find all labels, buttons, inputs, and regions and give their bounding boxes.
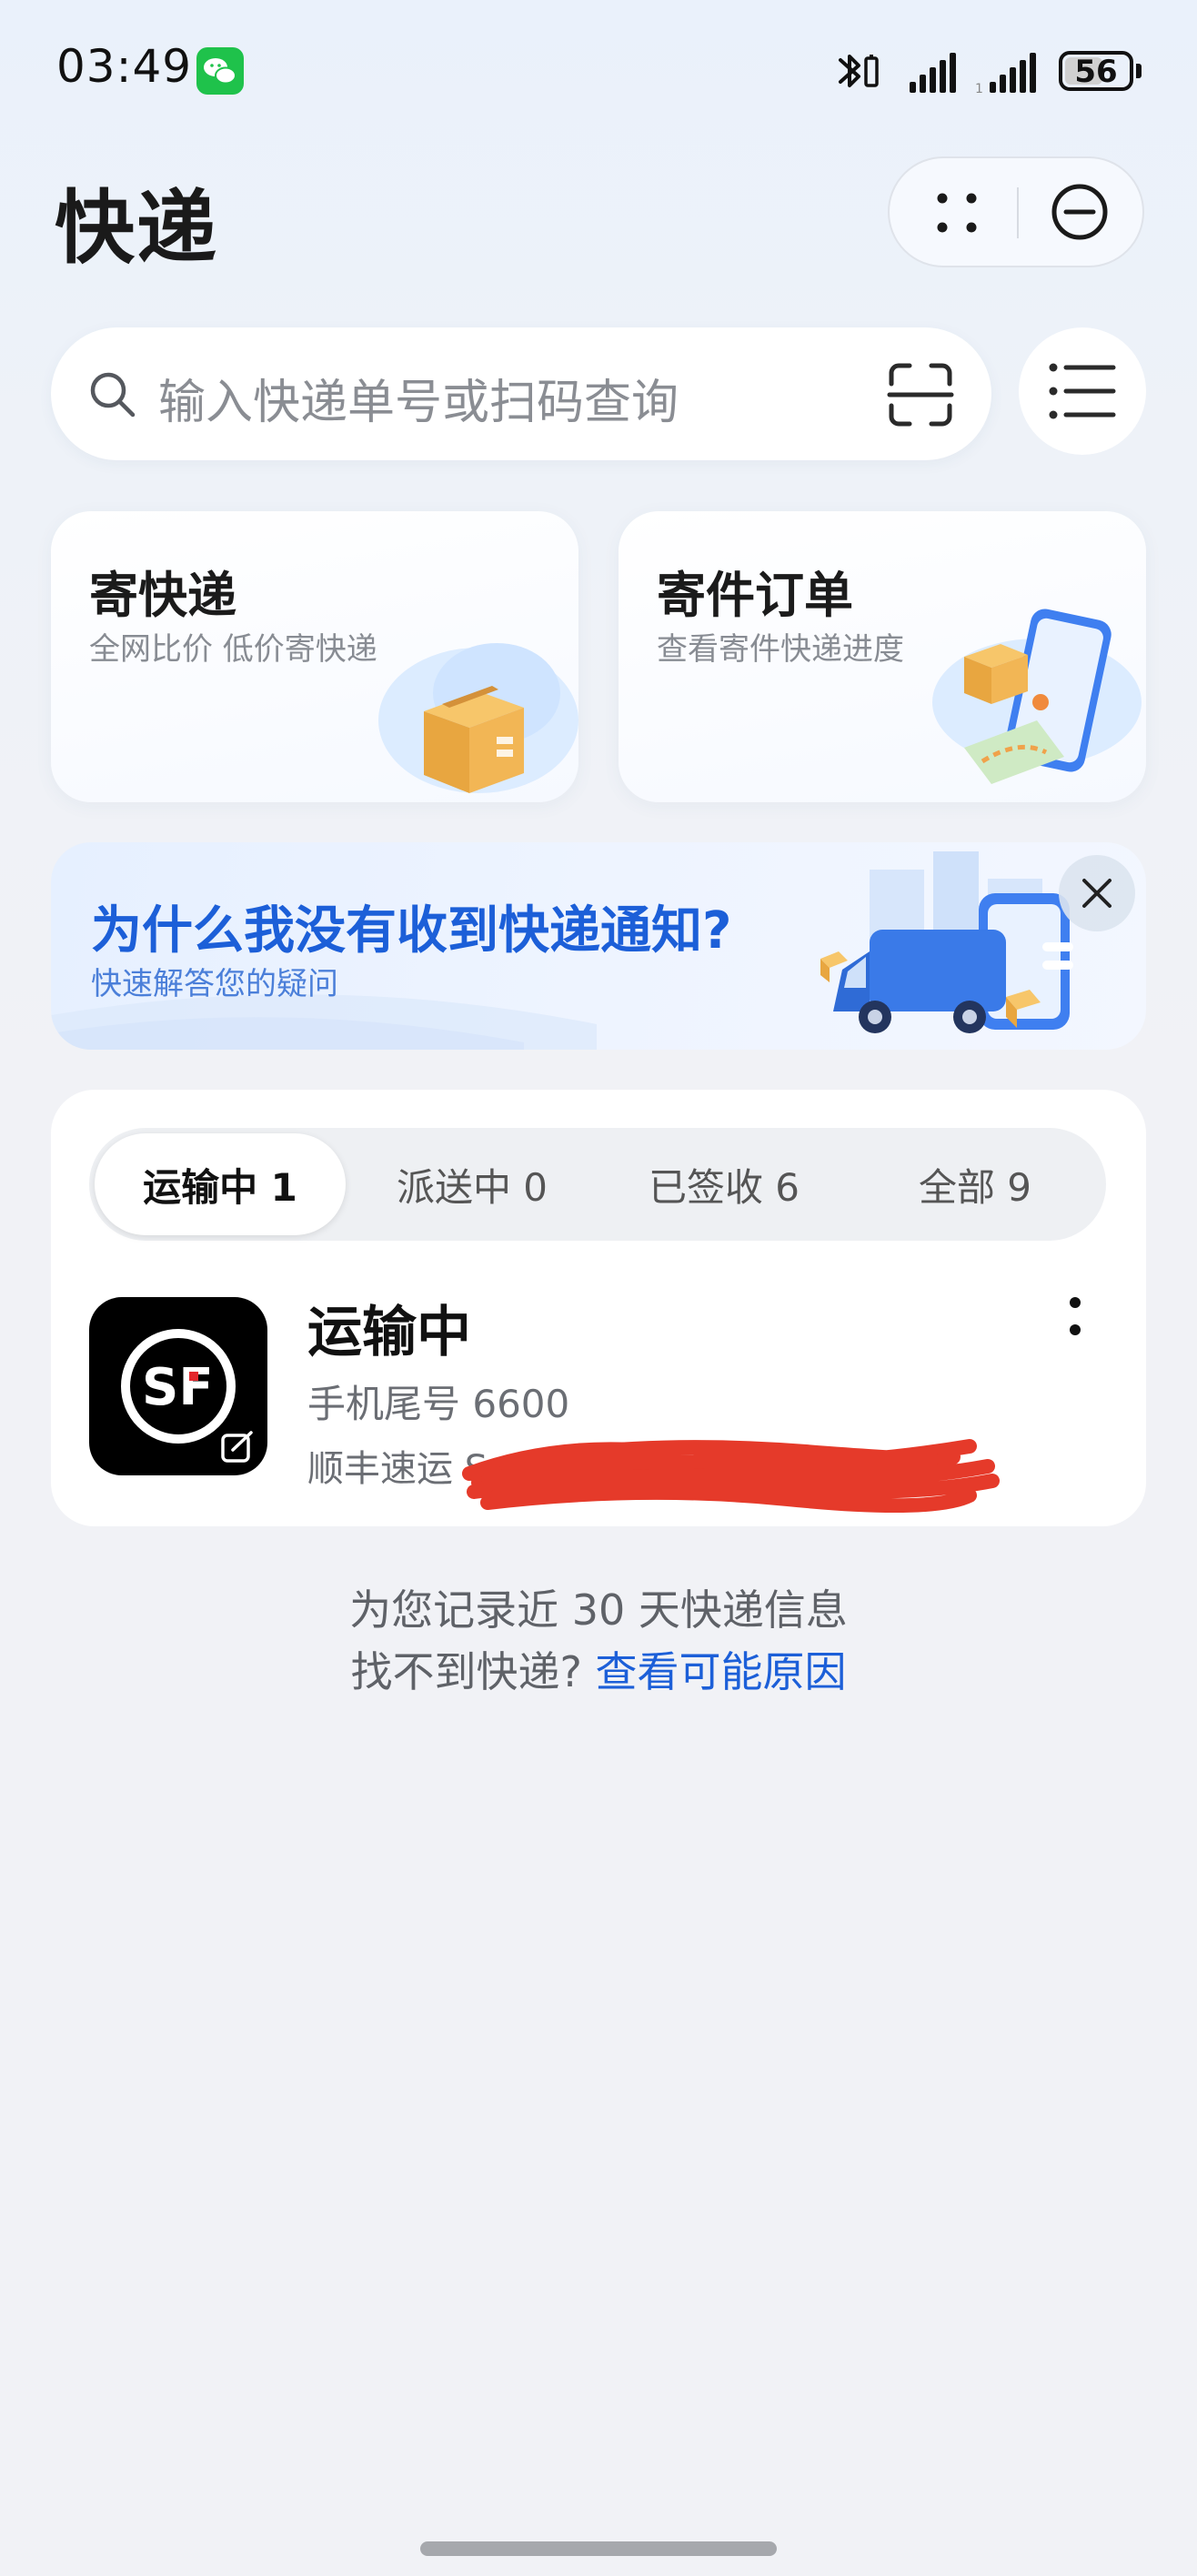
possible-reasons-link[interactable]: 查看可能原因	[596, 1647, 847, 1696]
phone-map-icon	[928, 602, 1146, 802]
battery-indicator: 56	[1059, 51, 1133, 91]
order-list-button[interactable]	[1019, 327, 1146, 455]
send-orders-card[interactable]: 寄件订单 查看寄件快递进度	[619, 511, 1146, 802]
tab-all[interactable]: 全部 9	[850, 1133, 1101, 1235]
parcel-panel: 运输中 1 派送中 0 已签收 6 全部 9 SF 运输中 手机尾号 6600 …	[51, 1090, 1146, 1526]
svg-text:SF: SF	[142, 1358, 214, 1417]
tab-signed[interactable]: 已签收 6	[598, 1133, 850, 1235]
vertical-dots-icon[interactable]	[1059, 1292, 1091, 1368]
search-input[interactable]: 输入快递单号或扫码查询	[51, 327, 991, 460]
send-express-card[interactable]: 寄快递 全网比价 低价寄快递	[51, 511, 578, 802]
banner-subtitle: 快速解答您的疑问	[91, 966, 338, 1002]
help-prompt: 找不到快递? 查看可能原因	[0, 1639, 1197, 1699]
card-title: 寄快递	[89, 567, 236, 624]
edit-icon	[220, 1430, 255, 1464]
card-subtitle: 查看寄件快递进度	[657, 631, 904, 668]
history-note: 为您记录近 30 天快递信息	[349, 1585, 848, 1635]
parcel-box-icon	[360, 620, 578, 802]
scan-icon[interactable]	[886, 360, 955, 429]
mini-program-capsule	[888, 156, 1144, 267]
help-banner[interactable]: 为什么我没有收到快递通知? 快速解答您的疑问	[51, 842, 1146, 1050]
tab-in-transit[interactable]: 运输中 1	[95, 1133, 346, 1235]
minus-circle-icon[interactable]	[1050, 182, 1110, 242]
banner-title: 为什么我没有收到快递通知?	[91, 901, 732, 961]
page-title: 快递	[55, 181, 219, 275]
help-question: 找不到快递?	[350, 1647, 596, 1696]
four-dots-icon[interactable]	[930, 186, 984, 240]
sf-express-logo-icon[interactable]: SF	[89, 1297, 267, 1475]
wechat-icon	[196, 47, 244, 95]
tab-delivering[interactable]: 派送中 0	[347, 1133, 598, 1235]
svg-text:1: 1	[975, 82, 983, 95]
close-icon[interactable]	[1059, 855, 1135, 931]
battery-level: 56	[1074, 54, 1118, 90]
bluetooth-icon	[835, 47, 882, 95]
search-icon	[86, 367, 138, 420]
redaction-scribble	[462, 1439, 1000, 1514]
status-tabs: 运输中 1 派送中 0 已签收 6 全部 9	[89, 1128, 1106, 1241]
search-placeholder: 输入快递单号或扫码查询	[158, 376, 679, 430]
signal-strength-icon-2: 1	[975, 51, 1036, 96]
card-title: 寄件订单	[657, 567, 853, 624]
parcel-status: 运输中	[307, 1301, 471, 1364]
status-time: 03:49	[56, 40, 193, 93]
list-icon	[1048, 358, 1117, 424]
home-indicator[interactable]	[420, 2541, 777, 2556]
card-subtitle: 全网比价 低价寄快递	[89, 631, 377, 668]
signal-strength-icon	[908, 51, 961, 95]
